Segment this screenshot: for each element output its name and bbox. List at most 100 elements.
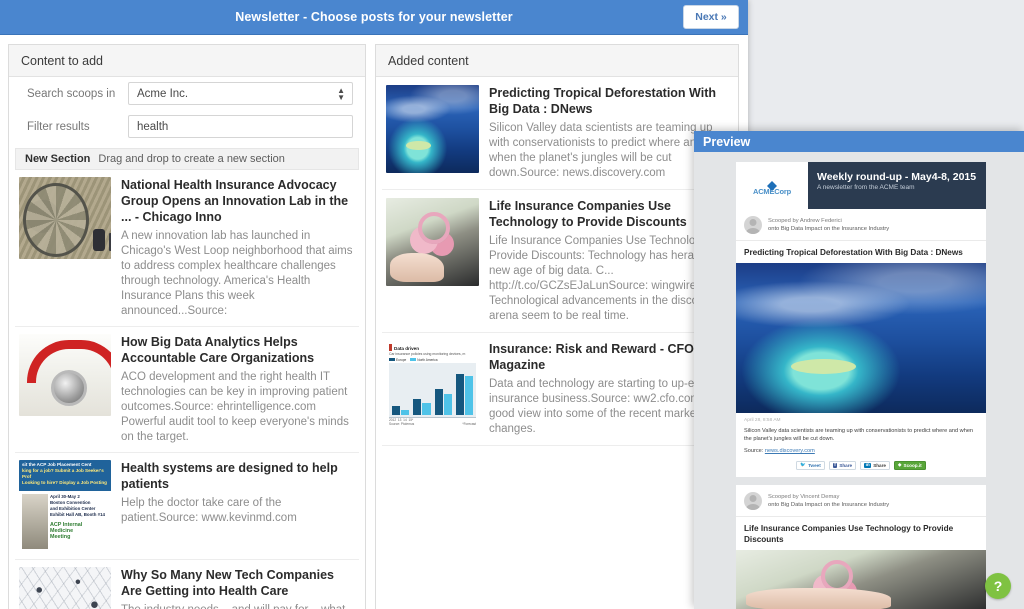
linkedin-share-button[interactable]: in Share [860,461,890,470]
facebook-share-label: Share [839,463,853,468]
list-item-title: Why So Many New Tech Companies Are Getti… [121,568,335,598]
list-item-title: Health systems are designed to help pati… [121,461,338,491]
list-item-title: Insurance: Risk and Reward - CFO Magazin… [489,342,694,372]
twitter-icon: 🐦 [800,462,807,468]
added-content-panel: Added content Predicting Tropical Defore… [375,44,739,609]
preview-title: Preview [694,131,1024,152]
list-item[interactable]: sit the ACP Job Placement Cent king for a… [15,453,359,560]
stethoscope-photo-thumbnail [19,334,111,416]
list-item-desc: Help the doctor take care of the patient… [121,497,297,524]
newsletter-post-body: April 28, 8:58 AM Silicon Valley data sc… [736,413,986,477]
chart-legend-0: Europe [396,358,407,362]
next-button[interactable]: Next » [683,5,739,29]
newsletter-headline: Weekly round-up - May4-8, 2015 [817,171,977,183]
newsletter-subhead: A newsletter from the ACME team [817,184,915,191]
scoop-topic-label: onto Big Data Impact on the Insurance In… [768,502,890,508]
scoopit-share-label: Scoop.it [903,463,922,468]
search-scoops-row: Search scoops in Acme Inc. ▲ ▼ [9,77,365,110]
preview-window: Preview ACMECorp Weekly round-up - May4-… [694,131,1024,609]
list-item-title: Predicting Tropical Deforestation With B… [489,86,716,116]
list-item-desc: A new innovation lab has launched in Chi… [121,230,353,317]
newsletter-modal: Newsletter - Choose posts for your newsl… [0,0,748,609]
twitter-share-button[interactable]: 🐦 Tweet [796,461,825,470]
scooped-by-label: Scooped by Andrew Federici [768,218,842,224]
list-item[interactable]: How Big Data Analytics Helps Accountable… [15,327,359,453]
list-item-desc: The industry needs – and will pay for – … [121,603,355,609]
facebook-share-button[interactable]: f Share [828,461,857,470]
list-item-desc: Life Insurance Companies Use Technology … [489,235,726,322]
newsletter-post-title[interactable]: Life Insurance Companies Use Technology … [736,517,986,550]
lab-photo-thumbnail [19,177,111,259]
new-section-hint: Drag and drop to create a new section [98,153,285,165]
modal-body: Content to add Search scoops in Acme Inc… [0,36,748,609]
list-item[interactable]: National Health Insurance Advocacy Group… [15,170,359,327]
acme-logo: ACMECorp [736,162,808,209]
search-scoops-label: Search scoops in [27,87,116,100]
chevron-updown-icon: ▲ ▼ [337,85,345,102]
chart-thumb-subtitle: Car insurance policies using monitoring … [389,352,466,356]
preview-body[interactable]: ACMECorp Weekly round-up - May4-8, 2015 … [694,152,1024,609]
scoop-topic-label: onto Big Data Impact on the Insurance In… [768,226,890,232]
search-scoops-select[interactable]: Acme Inc. ▲ ▼ [128,82,353,105]
chart-plot-area [389,363,476,418]
content-to-add-heading: Content to add [9,45,365,77]
bar-chart-thumbnail: Data driven Car insurance policies using… [386,341,479,429]
scooped-by-label: Scooped by Vincent Demay [768,494,840,500]
new-section-badge: New Section [25,153,91,165]
social-share-row: 🐦 Tweet f Share in Share ◆ Scoop.it [744,461,978,470]
filter-results-label: Filter results [27,120,90,133]
content-to-add-panel: Content to add Search scoops in Acme Inc… [8,44,366,609]
keys-photo-preview [736,550,986,609]
new-section-dropzone[interactable]: New Section Drag and drop to create a ne… [15,148,359,170]
scooped-by-row: Scooped by Andrew Federici onto Big Data… [736,209,986,241]
post-description: Silicon Valley data scientists are teami… [744,428,974,442]
scooped-by-row: Scooped by Vincent Demay onto Big Data I… [736,485,986,517]
chart-source-note: Source: Ptolemus [389,422,415,426]
island-photo-thumbnail [386,85,479,173]
chart-thumb-title: Data driven [394,346,420,351]
list-item-desc: Data and technology are starting to up-e… [489,378,727,435]
screen: Newsletter - Choose posts for your newsl… [0,0,1024,609]
linkedin-share-label: Share [873,463,886,468]
scoopit-icon: ◆ [897,462,902,468]
added-content-heading: Added content [376,45,738,77]
list-item-title: How Big Data Analytics Helps Accountable… [121,335,315,365]
list-item[interactable]: Data driven Car insurance policies using… [382,333,732,446]
list-item-title: Life Insurance Companies Use Technology … [489,199,687,229]
divider [736,477,986,485]
added-content-list: Predicting Tropical Deforestation With B… [376,77,738,446]
avatar [744,492,762,510]
filter-results-row: Filter results health [9,110,365,143]
added-content-body: Predicting Tropical Deforestation With B… [376,77,738,609]
search-scoops-value: Acme Inc. [137,87,189,100]
content-to-add-body: Search scoops in Acme Inc. ▲ ▼ Filter res… [9,77,365,609]
conference-ad-thumbnail: sit the ACP Job Placement Cent king for a… [19,460,111,552]
modal-header: Newsletter - Choose posts for your newsl… [0,0,748,35]
list-item-title: National Health Insurance Advocacy Group… [121,178,349,224]
list-item[interactable]: Life Insurance Companies Use Technology … [382,190,732,333]
page-title: Newsletter - Choose posts for your newsl… [235,10,513,24]
diamond-icon [767,176,777,191]
chart-forecast-note: *Forecast [462,422,476,426]
keys-photo-thumbnail [386,198,479,286]
list-item[interactable]: Predicting Tropical Deforestation With B… [382,77,732,190]
newsletter-preview: ACMECorp Weekly round-up - May4-8, 2015 … [736,162,986,609]
newsletter-post-title[interactable]: Predicting Tropical Deforestation With B… [736,241,986,263]
list-item[interactable]: Why So Many New Tech Companies Are Getti… [15,560,359,609]
list-item-desc: ACO development and the right health IT … [121,371,349,443]
source-label: Source: [744,448,765,454]
chart-legend-1: North America [417,358,438,362]
avatar [744,216,762,234]
source-link[interactable]: news.discovery.com [765,448,815,454]
network-graph-thumbnail [19,567,111,609]
island-photo-preview [736,263,986,413]
help-bubble-icon[interactable]: ? [985,573,1011,599]
scoopit-share-button[interactable]: ◆ Scoop.it [893,461,926,470]
facebook-icon: f [832,462,838,468]
twitter-share-label: Tweet [808,463,821,468]
post-date: April 28, 8:58 AM [744,418,781,423]
filter-results-input[interactable]: health [128,115,353,138]
linkedin-icon: in [864,462,872,468]
list-item-desc: Silicon Valley data scientists are teami… [489,122,713,179]
content-list: National Health Insurance Advocacy Group… [9,170,365,609]
